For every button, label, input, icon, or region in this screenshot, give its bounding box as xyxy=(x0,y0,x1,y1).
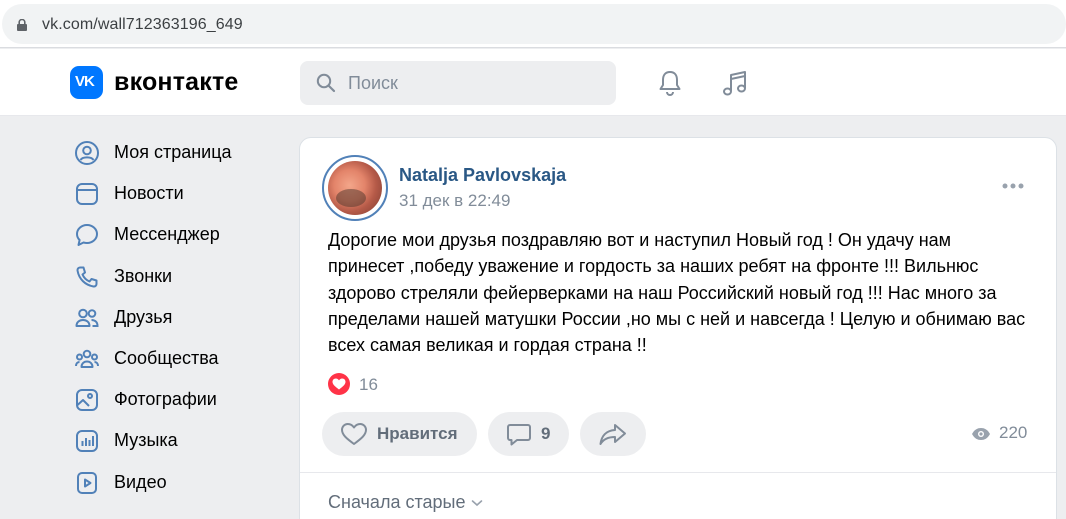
post-text-line: пределами нашей матушки России ,но мы с … xyxy=(328,308,1026,329)
nav-item-music[interactable]: Музыка xyxy=(72,420,282,461)
search-box[interactable] xyxy=(300,61,616,105)
post-card: Natalja Pavlovskaja 31 дек в 22:49 Дорог… xyxy=(299,137,1057,519)
avatar-image xyxy=(328,161,382,215)
bell-icon[interactable] xyxy=(655,68,685,98)
music-icon[interactable] xyxy=(719,68,751,98)
divider xyxy=(300,472,1056,473)
nav-item-photos[interactable]: Фотографии xyxy=(72,379,282,420)
post-text-line: здорово стреляли фейерверками на наш Рос… xyxy=(328,282,997,303)
site-header: VK вконтакте xyxy=(0,49,1066,116)
nav-item-news[interactable]: Новости xyxy=(72,173,282,214)
reactions-count: 16 xyxy=(359,375,378,394)
views-count: 220 xyxy=(999,423,1028,442)
more-options-icon[interactable] xyxy=(1001,182,1025,190)
nav-item-friends[interactable]: Друзья xyxy=(72,297,282,338)
eye-icon xyxy=(972,428,990,440)
nav-item-video[interactable]: Видео xyxy=(72,462,282,503)
comments-sort-dropdown[interactable]: Сначала старые xyxy=(328,492,483,513)
chevron-down-icon xyxy=(472,500,483,507)
comment-icon xyxy=(507,424,531,446)
left-nav: Моя страница Новости Мессенджер Звонки Д… xyxy=(72,132,282,503)
nav-item-messenger[interactable]: Мессенджер xyxy=(72,214,282,255)
vk-logo-icon[interactable]: VK xyxy=(70,66,103,99)
post-text-line: принесет ,победу уважение и гордость за … xyxy=(328,256,979,277)
sort-label: Сначала старые xyxy=(328,492,466,512)
browser-address-bar: vk.com/wall712363196_649 xyxy=(0,0,1066,48)
author-avatar[interactable] xyxy=(322,155,388,221)
comment-count: 9 xyxy=(541,424,551,443)
share-icon xyxy=(599,424,626,445)
comment-button[interactable]: 9 xyxy=(488,412,569,456)
post-text-line: всех самая великая и гордая страна !! xyxy=(328,335,647,356)
lock-icon xyxy=(17,19,27,31)
heart-reaction-icon xyxy=(328,373,350,395)
communities-icon xyxy=(75,349,99,368)
video-icon xyxy=(77,471,97,494)
logo-text[interactable]: вконтакте xyxy=(114,68,239,97)
url-field[interactable]: vk.com/wall712363196_649 xyxy=(2,4,1066,44)
search-icon xyxy=(316,73,336,93)
heart-outline-icon xyxy=(341,423,367,445)
like-label: Нравится xyxy=(377,424,458,443)
profile-icon xyxy=(75,141,99,165)
nav-item-communities[interactable]: Сообщества xyxy=(72,338,282,379)
url-text: vk.com/wall712363196_649 xyxy=(42,16,243,33)
post-date[interactable]: 31 дек в 22:49 xyxy=(399,191,510,211)
nav-item-my-page[interactable]: Моя страница xyxy=(72,132,282,173)
photos-icon xyxy=(76,389,98,412)
phone-icon xyxy=(76,266,98,288)
post-author[interactable]: Natalja Pavlovskaja xyxy=(399,165,566,186)
friends-icon xyxy=(75,308,99,327)
post-text-line: Дорогие мои друзья поздравляю вот и наст… xyxy=(328,230,952,250)
news-icon xyxy=(76,183,98,206)
like-button[interactable]: Нравится xyxy=(322,412,477,456)
nav-item-calls[interactable]: Звонки xyxy=(72,256,282,297)
music-icon xyxy=(76,430,98,453)
search-input[interactable] xyxy=(348,71,598,95)
messenger-icon xyxy=(76,224,98,247)
share-button[interactable] xyxy=(580,412,646,456)
post-text: Дорогие мои друзья поздравляю вот и наст… xyxy=(328,227,1038,358)
